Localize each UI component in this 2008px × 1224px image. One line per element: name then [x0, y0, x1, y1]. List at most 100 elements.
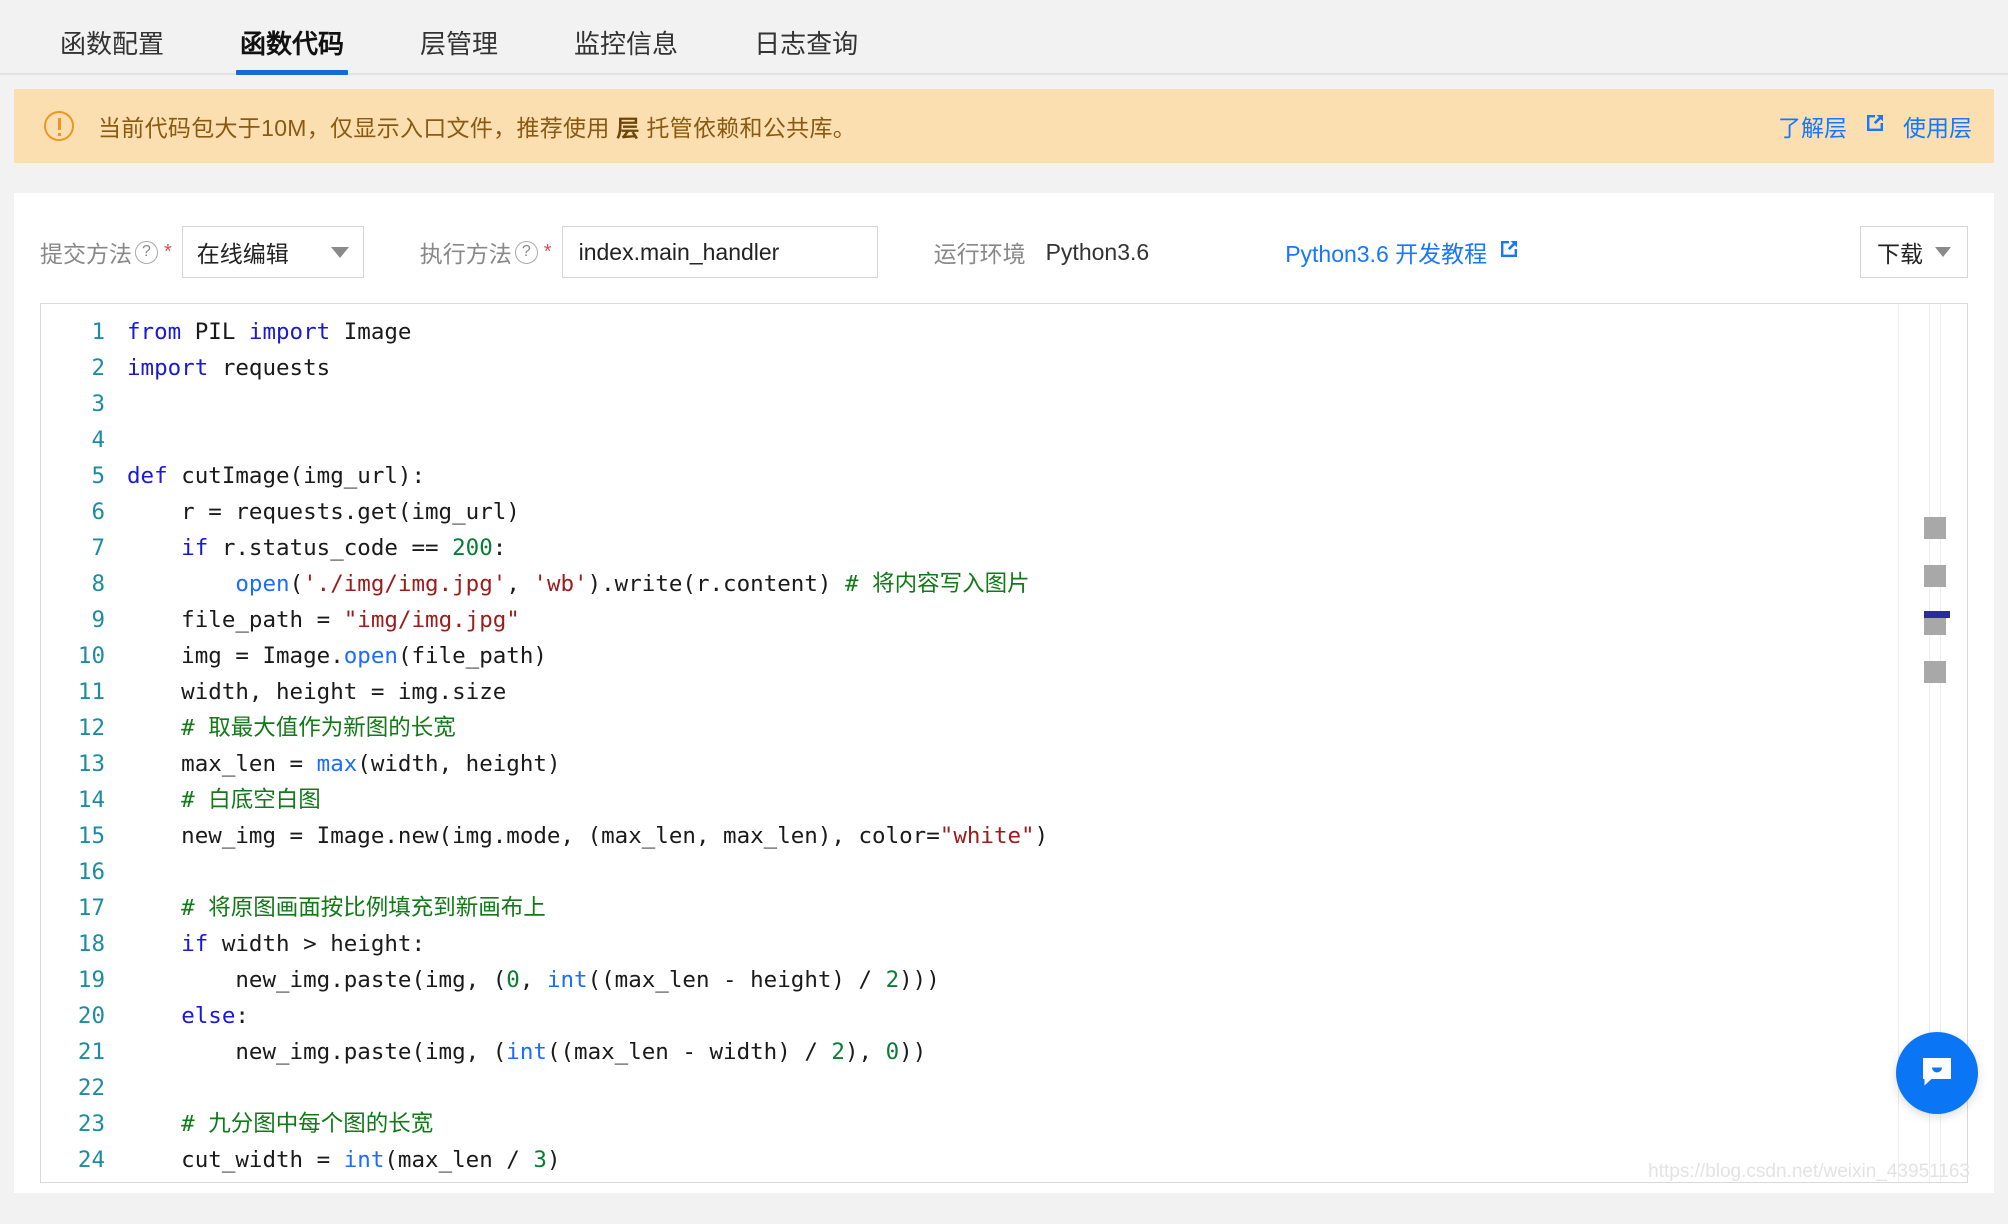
code-token: 200: [452, 535, 493, 561]
code-token: # 九分图中每个图的长宽: [127, 1111, 434, 1137]
code-line: 14 # 白底空白图: [41, 782, 1967, 818]
code-marker[interactable]: [1924, 565, 1946, 587]
code-content[interactable]: 1 from PIL import Image 2 import requests 3 …: [41, 304, 1967, 1178]
code-token: requests: [221, 355, 331, 381]
use-layer-link[interactable]: 使用层: [1903, 109, 1972, 143]
code-token: (max_len /: [384, 1147, 534, 1173]
code-token: img = Image.: [127, 643, 344, 669]
code-marker-current[interactable]: [1924, 611, 1950, 618]
code-token: new_img.paste(img, (: [127, 1039, 507, 1065]
code-marker[interactable]: [1924, 661, 1946, 683]
line-number: 8: [91, 571, 105, 597]
tab-layer-management[interactable]: 层管理: [382, 31, 536, 73]
line-number: 4: [91, 427, 105, 453]
python-doc-label: Python3.6 开发教程: [1285, 241, 1488, 267]
python-doc-link[interactable]: Python3.6 开发教程: [1285, 235, 1521, 269]
line-number: 10: [77, 643, 105, 669]
code-token: # 将内容写入图片: [844, 571, 1030, 597]
code-token: (file_path): [397, 643, 547, 669]
learn-layer-link[interactable]: 了解层: [1778, 109, 1847, 143]
code-line: 8 open('./img/img.jpg', 'wb').write(r.co…: [41, 566, 1967, 602]
chevron-down-icon: [1935, 247, 1951, 257]
required-marker: *: [164, 240, 172, 263]
tab-function-config[interactable]: 函数配置: [22, 31, 202, 73]
code-token: def: [127, 463, 182, 489]
code-token: Image: [343, 319, 412, 345]
use-layer-label: 使用层: [1903, 115, 1972, 141]
code-line: 2 import requests: [41, 350, 1967, 386]
code-line: 22: [41, 1070, 1967, 1106]
code-line: 11 width, height = img.size: [41, 674, 1967, 710]
code-line: 10 img = Image.open(file_path): [41, 638, 1967, 674]
line-number: 2: [91, 355, 105, 381]
help-icon[interactable]: ?: [135, 240, 158, 264]
learn-layer-label: 了解层: [1778, 115, 1847, 141]
code-token: './img/img.jpg': [303, 571, 507, 597]
code-line: 12 # 取最大值作为新图的长宽: [41, 710, 1967, 746]
help-icon[interactable]: ?: [514, 240, 538, 264]
code-token: ).write(r.content): [587, 571, 845, 597]
chat-widget-button[interactable]: [1896, 1032, 1978, 1114]
line-number: 22: [77, 1075, 105, 1101]
line-number: 14: [77, 787, 105, 813]
line-number: 9: [91, 607, 105, 633]
code-token: :: [235, 1003, 249, 1029]
code-token: cutImage(img_url):: [181, 463, 426, 489]
line-number: 23: [77, 1111, 105, 1137]
code-line: 6 r = requests.get(img_url): [41, 494, 1967, 530]
line-number: 17: [77, 895, 105, 921]
code-scroll-area[interactable]: 1 from PIL import Image 2 import requests 3 …: [41, 304, 1967, 1182]
warning-circle-icon: [44, 111, 74, 141]
code-token: if: [181, 931, 209, 957]
code-line: 5 def cutImage(img_url):: [41, 458, 1967, 494]
function-code-card: 提交方法 ? * 在线编辑 执行方法 ? * 运行环境 Python3.6 Py…: [14, 193, 1994, 1193]
code-token: ,: [519, 967, 547, 993]
tab-monitoring[interactable]: 监控信息: [536, 31, 716, 73]
code-token: from: [127, 319, 195, 345]
runtime-label: 运行环境: [933, 241, 1026, 267]
code-line: 7 if r.status_code == 200:: [41, 530, 1967, 566]
code-marker[interactable]: [1924, 517, 1946, 539]
handler-label: 执行方法: [419, 241, 512, 267]
code-line: 9 file_path = "img/img.jpg": [41, 602, 1967, 638]
line-number: 24: [77, 1147, 105, 1173]
line-number: 13: [77, 751, 105, 777]
line-number: 12: [77, 715, 105, 741]
code-editor[interactable]: 1 from PIL import Image 2 import requests 3 …: [40, 303, 1968, 1183]
tab-log-query[interactable]: 日志查询: [716, 31, 896, 73]
code-line: 19 new_img.paste(img, (0, int((max_len -…: [41, 962, 1967, 998]
code-token: 2: [831, 1039, 845, 1065]
code-token: # 取最大值作为新图的长宽: [127, 715, 456, 741]
tab-function-code[interactable]: 函数代码: [202, 29, 382, 75]
tab-label: 层管理: [420, 29, 499, 59]
code-token: ))): [899, 967, 940, 993]
submit-method-select[interactable]: 在线编辑: [181, 226, 364, 278]
chat-bubble-icon: [1915, 1049, 1959, 1098]
code-line: 20 else:: [41, 998, 1967, 1034]
code-line: 21 new_img.paste(img, (int((max_len - wi…: [41, 1034, 1967, 1070]
code-token: ): [546, 1147, 561, 1173]
code-token: 2: [885, 967, 900, 993]
code-line: 4: [41, 422, 1967, 458]
code-token: int: [506, 1039, 547, 1065]
code-token: width, height = img.size: [127, 679, 507, 705]
banner-message: 当前代码包大于10M，仅显示入口文件，推荐使用 层 托管依赖和公共库。: [98, 109, 856, 143]
tab-label: 函数配置: [60, 29, 165, 59]
download-button[interactable]: 下载: [1860, 226, 1968, 278]
code-line: 3: [41, 386, 1967, 422]
runtime-value: Python3.6: [1045, 238, 1150, 265]
code-token: open: [343, 643, 398, 669]
code-token: import: [248, 319, 344, 345]
external-link-icon: [1497, 237, 1521, 267]
handler-input[interactable]: [561, 226, 878, 278]
line-number: 11: [77, 679, 105, 705]
code-token: open: [235, 571, 290, 597]
code-token: PIL: [194, 319, 249, 345]
banner-message-before: 当前代码包大于10M，仅显示入口文件，推荐使用: [98, 115, 617, 141]
tab-label: 函数代码: [240, 29, 345, 59]
code-token: r = requests.get(img_url): [127, 499, 520, 525]
code-line: 17 # 将原图画面按比例填充到新画布上: [41, 890, 1967, 926]
